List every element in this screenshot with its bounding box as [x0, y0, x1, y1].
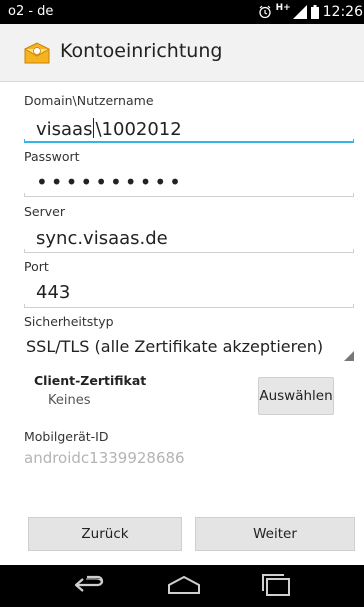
domain-user-text-after: \1002012 [95, 119, 182, 140]
password-label: Passwort [24, 149, 80, 164]
server-underline [24, 249, 354, 253]
status-icons: H+ 12:26 [258, 0, 364, 24]
recent-apps-icon[interactable] [258, 573, 294, 597]
server-value: sync.visaas.de [36, 228, 168, 249]
port-underline [24, 304, 354, 308]
back-button[interactable]: Zurück [28, 517, 182, 551]
client-cert-label: Client-Zertifikat [34, 373, 147, 388]
domain-user-underline [24, 139, 354, 143]
security-type-label: Sicherheitstyp [24, 314, 114, 329]
action-bar: Kontoeinrichtung [0, 24, 364, 82]
domain-user-text-before: visaas [36, 119, 93, 140]
back-icon[interactable] [72, 573, 106, 597]
status-bar: o2 - de H+ 12:26 [0, 0, 364, 24]
domain-user-label: Domain\Nutzername [24, 93, 154, 108]
choose-certificate-button[interactable]: Auswählen [258, 377, 334, 415]
device-id-label: Mobilgerät-ID [24, 429, 109, 444]
email-app-icon[interactable] [22, 42, 52, 64]
password-underline [24, 193, 354, 197]
port-label: Port [24, 259, 49, 274]
server-label: Server [24, 204, 65, 219]
security-type-value: SSL/TLS (alle Zertifikate akzeptieren) [26, 337, 324, 356]
battery-icon [310, 5, 319, 19]
page-title: Kontoeinrichtung [60, 40, 223, 62]
home-icon[interactable] [166, 573, 202, 597]
client-cert-value: Keines [48, 393, 91, 408]
clock: 12:26 [322, 4, 363, 20]
alarm-icon [258, 5, 271, 19]
next-button[interactable]: Weiter [195, 517, 355, 551]
device-id-value: androidc1339928686 [24, 449, 185, 467]
password-masked-value: •••••••••• [36, 170, 184, 194]
navigation-bar [0, 565, 364, 607]
carrier-name: o2 - de [8, 4, 54, 19]
network-type: H+ [275, 3, 291, 13]
port-value: 443 [36, 282, 71, 303]
signal-icon [292, 5, 307, 19]
spinner-arrow-icon [344, 351, 354, 361]
